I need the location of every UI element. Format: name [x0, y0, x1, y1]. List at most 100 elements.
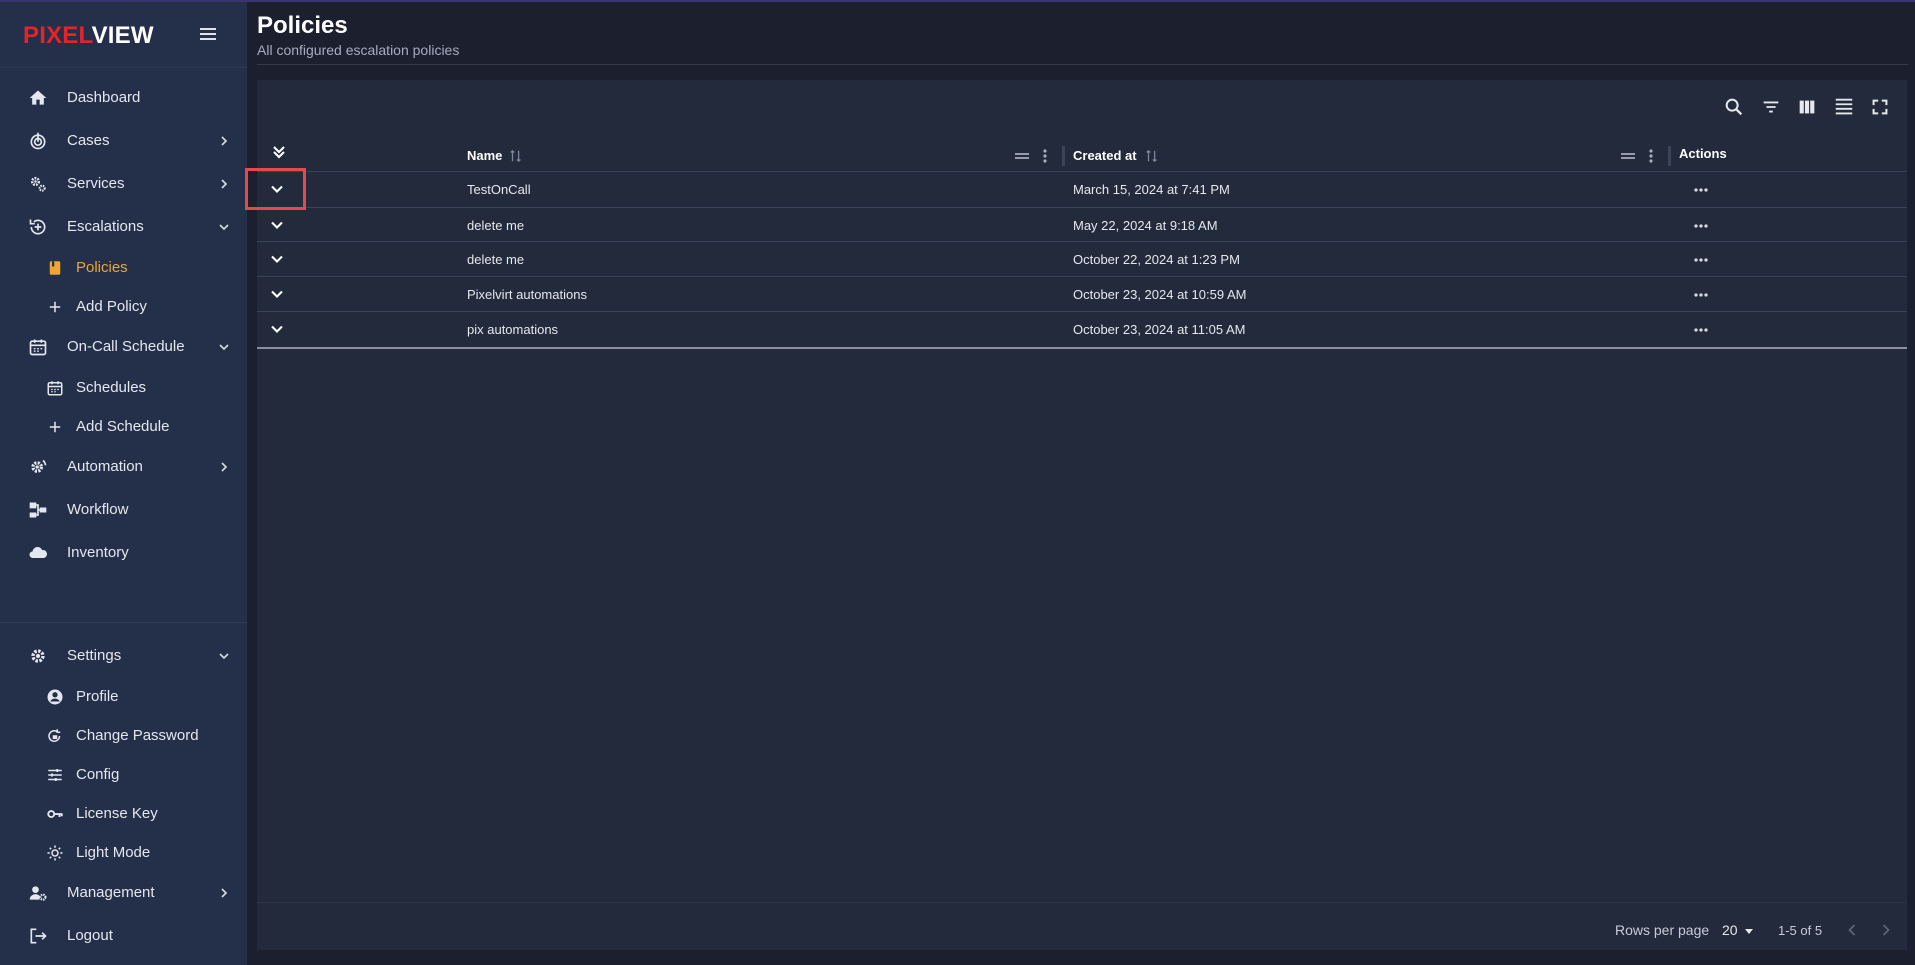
radar-icon — [30, 132, 46, 150]
sidebar-item-label: Add Policy — [76, 298, 147, 315]
more-actions-icon[interactable] — [1691, 285, 1711, 305]
sidebar-item-schedules[interactable]: Schedules — [0, 370, 247, 406]
policy-name: delete me — [467, 218, 525, 233]
chevron-right-icon — [221, 888, 228, 898]
column-resize-handle[interactable] — [1668, 146, 1671, 166]
escalation-icon — [29, 219, 46, 235]
book-icon — [49, 261, 61, 275]
header-divider — [257, 64, 1908, 65]
more-actions-icon[interactable] — [1691, 180, 1711, 200]
sidebar-item-on-call-schedule[interactable]: On-Call Schedule — [0, 327, 247, 367]
rows-per-page-label: Rows per page — [1615, 922, 1710, 938]
table-row[interactable]: Pixelvirt automations October 23, 2024 a… — [257, 277, 1907, 312]
caret-down-icon — [1745, 929, 1753, 934]
policy-name: TestOnCall — [467, 182, 531, 197]
sidebar-item-change-password[interactable]: Change Password — [0, 718, 247, 754]
gear-icon — [31, 649, 45, 663]
sidebar-item-label: Logout — [67, 927, 113, 944]
previous-page-icon[interactable] — [1842, 920, 1862, 940]
sidebar-item-label: Escalations — [67, 218, 144, 235]
sidebar-item-label: Services — [67, 175, 125, 192]
sliders-icon — [48, 769, 62, 781]
policy-created-at: March 15, 2024 at 7:41 PM — [1073, 182, 1230, 197]
page-title: Policies — [257, 12, 348, 39]
sort-icon[interactable] — [509, 148, 523, 164]
brand-logo-part1: PIXEL — [23, 22, 92, 49]
column-resize-handle[interactable] — [1062, 146, 1065, 166]
plus-icon — [49, 301, 61, 313]
sidebar-item-logout[interactable]: Logout — [0, 916, 247, 956]
footer-divider — [257, 902, 1907, 903]
sidebar-item-workflow[interactable]: Workflow — [0, 490, 247, 530]
expand-row-icon[interactable] — [267, 179, 287, 199]
policy-created-at: October 23, 2024 at 11:05 AM — [1073, 322, 1246, 337]
fullscreen-icon[interactable] — [1869, 96, 1891, 118]
columns-icon[interactable] — [1796, 96, 1818, 118]
sidebar-item-label: Workflow — [67, 501, 129, 518]
column-menu-icon[interactable] — [1645, 146, 1657, 166]
sidebar-item-label: Add Schedule — [76, 418, 170, 435]
search-icon[interactable] — [1723, 96, 1745, 118]
sidebar-item-inventory[interactable]: Inventory — [0, 533, 247, 573]
sidebar-item-light-mode[interactable]: Light Mode — [0, 835, 247, 871]
filter-icon[interactable] — [1760, 96, 1782, 118]
sidebar-item-automation[interactable]: Automation — [0, 447, 247, 487]
sidebar-item-dashboard[interactable]: Dashboard — [0, 78, 247, 118]
sort-icon[interactable] — [1145, 148, 1159, 164]
sun-icon — [47, 845, 63, 861]
sidebar-item-license-key[interactable]: License Key — [0, 796, 247, 832]
drag-handle-icon[interactable] — [1619, 146, 1637, 166]
table-row[interactable]: TestOnCall March 15, 2024 at 7:41 PM — [257, 172, 1907, 207]
sidebar-item-management[interactable]: Management — [0, 873, 247, 913]
expand-row-icon[interactable] — [267, 284, 287, 304]
sidebar-item-settings[interactable]: Settings — [0, 636, 247, 676]
gear-refresh-icon — [31, 459, 47, 473]
policy-name: pix automations — [467, 322, 559, 337]
table-row[interactable]: pix automations October 23, 2024 at 11:0… — [257, 312, 1907, 347]
policies-table: Name Created at Actions TestOnCall March… — [257, 80, 1907, 950]
workflow-icon — [29, 502, 47, 518]
brand-logo[interactable]: PIXELVIEW — [23, 22, 154, 50]
rows-per-page-select[interactable]: 20 — [1719, 919, 1763, 943]
chevron-down-icon — [219, 344, 229, 351]
policy-name: Pixelvirt automations — [467, 287, 587, 302]
sidebar-item-label: Profile — [76, 688, 119, 705]
drag-handle-icon[interactable] — [1013, 146, 1031, 166]
menu-toggle-icon[interactable] — [198, 25, 218, 45]
sidebar-item-escalations[interactable]: Escalations — [0, 207, 247, 247]
expand-row-icon[interactable] — [267, 319, 287, 339]
account-circle-icon — [47, 689, 63, 705]
calendar-icon — [47, 381, 63, 396]
sidebar-item-services[interactable]: Services — [0, 164, 247, 204]
top-accent-line — [0, 0, 1915, 2]
sidebar-item-policies[interactable]: Policies — [0, 250, 247, 286]
sidebar-item-cases[interactable]: Cases — [0, 121, 247, 161]
sidebar-item-label: Policies — [76, 259, 128, 276]
sidebar-item-label: Config — [76, 766, 120, 783]
table-row[interactable]: delete me October 22, 2024 at 1:23 PM — [257, 242, 1907, 277]
policy-created-at: October 22, 2024 at 1:23 PM — [1073, 252, 1240, 267]
pagination-range: 1-5 of 5 — [1778, 923, 1823, 938]
sidebar-item-add-schedule[interactable]: Add Schedule — [0, 409, 247, 445]
expand-row-icon[interactable] — [267, 249, 287, 269]
expand-all-icon[interactable] — [269, 142, 289, 162]
column-header-label: Created at — [1073, 148, 1137, 163]
density-icon[interactable] — [1833, 96, 1855, 118]
sidebar-item-config[interactable]: Config — [0, 757, 247, 793]
more-actions-icon[interactable] — [1691, 320, 1711, 340]
sidebar-item-add-policy[interactable]: Add Policy — [0, 289, 247, 325]
sidebar-item-label: Schedules — [76, 379, 147, 396]
sidebar-item-label: Settings — [67, 647, 122, 664]
sidebar-item-profile[interactable]: Profile — [0, 679, 247, 715]
chevron-right-icon — [221, 179, 228, 189]
more-actions-icon[interactable] — [1691, 250, 1711, 270]
column-menu-icon[interactable] — [1039, 146, 1051, 166]
chevron-down-icon — [219, 653, 229, 660]
rows-per-page-value: 20 — [1722, 922, 1738, 938]
next-page-icon[interactable] — [1876, 920, 1896, 940]
expand-row-icon[interactable] — [267, 215, 287, 235]
home-icon — [29, 90, 47, 105]
table-row[interactable]: delete me May 22, 2024 at 9:18 AM — [257, 208, 1907, 243]
more-actions-icon[interactable] — [1691, 216, 1711, 236]
column-header-label: Actions — [1679, 146, 1727, 161]
